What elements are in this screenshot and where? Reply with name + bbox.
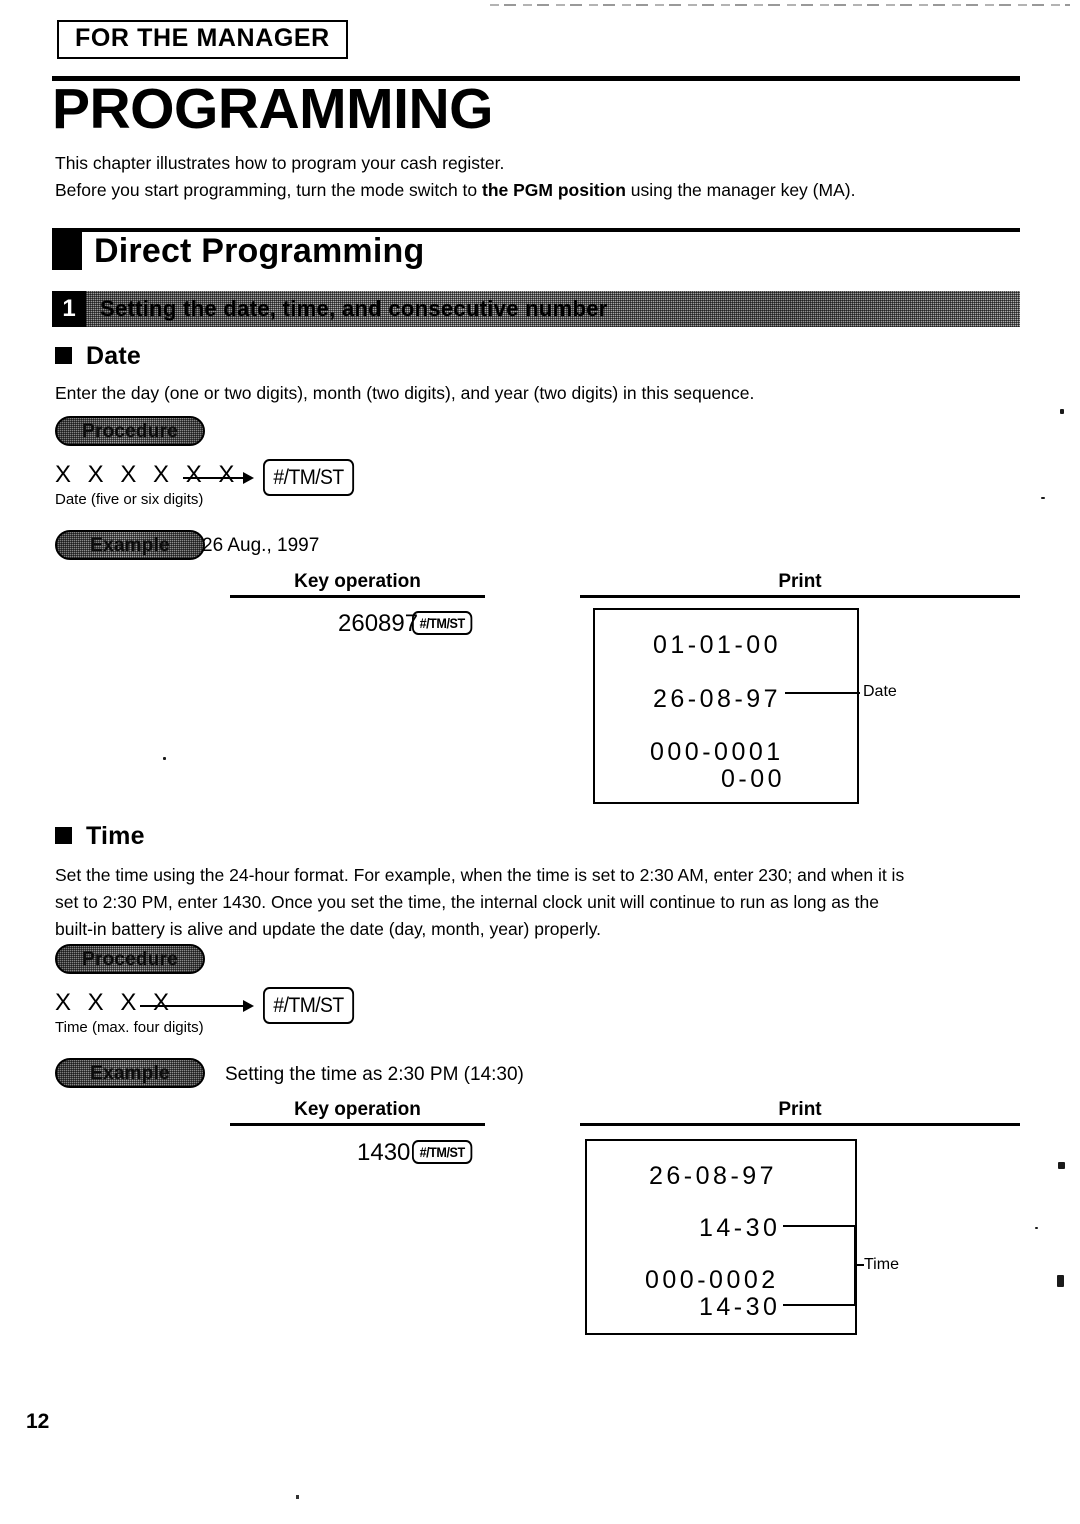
square-bullet-icon [55, 827, 72, 844]
date-key-operation-value: 260897 [338, 610, 419, 637]
date-procedure-flow: X X X X X X Date (five or six digits) [55, 462, 239, 510]
receipt-line: 01-01-00 [653, 631, 782, 659]
square-bullet-icon [52, 232, 82, 270]
time-sequence-caption: Time (max. four digits) [55, 1019, 204, 1036]
scan-speck [163, 757, 166, 760]
page-number: 12 [26, 1410, 50, 1433]
time-key-glyph: #/TM/ST [263, 987, 355, 1024]
section-heading-label: Direct Programming [94, 232, 425, 270]
date-procedure-badge: Procedure [55, 416, 205, 446]
time-col-key-operation-rule [230, 1123, 485, 1126]
time-heading: Time [55, 824, 145, 849]
intro-line-1: This chapter illustrates how to program … [55, 153, 505, 173]
scan-speck [296, 1495, 299, 1499]
page-title: PROGRAMMING [52, 77, 493, 141]
scan-speck [1058, 1162, 1065, 1169]
time-example-label: Example [90, 1063, 170, 1084]
section-heading: Direct Programming [52, 232, 424, 270]
date-sequence-caption: Date (five or six digits) [55, 491, 204, 508]
date-key-glyph: #/TM/ST [263, 459, 355, 496]
receipt-line: 14-30 [699, 1214, 781, 1242]
scan-speck [1057, 1275, 1064, 1287]
date-col-key-operation-rule [230, 595, 485, 598]
section-number-badge: 1 [52, 291, 86, 327]
time-flow-arrow-head [243, 1000, 254, 1012]
manual-page: FOR THE MANAGER PROGRAMMING This chapter… [0, 0, 1080, 1524]
time-description-line-1: Set the time using the 24-hour format. F… [55, 865, 905, 885]
intro-line-2: Before you start programming, turn the m… [55, 177, 1015, 204]
date-example-label: Example [90, 535, 170, 556]
for-the-manager-banner: FOR THE MANAGER [57, 20, 348, 59]
date-description: Enter the day (one or two digits), month… [55, 383, 755, 403]
date-annotation-leader [785, 692, 860, 694]
time-heading-label: Time [86, 822, 145, 850]
date-annotation-label: Date [863, 683, 897, 700]
time-example-badge: Example [55, 1058, 205, 1088]
time-procedure-label: Procedure [82, 949, 178, 970]
scan-speck [1060, 409, 1064, 414]
numbered-section-bar: 1 Setting the date, time, and consecutiv… [52, 291, 1020, 327]
receipt-line: 000-0001 [650, 738, 784, 766]
banner-label: FOR THE MANAGER [75, 24, 330, 52]
intro-paragraph: This chapter illustrates how to program … [55, 150, 1015, 204]
square-bullet-icon [55, 347, 72, 364]
section-bar-title: Setting the date, time, and consecutive … [100, 296, 608, 321]
intro-line-2-a: Before you start programming, turn the m… [55, 180, 482, 200]
time-key-operation-key: #/TM/ST [412, 1140, 473, 1164]
date-col-print-rule [580, 595, 1020, 598]
intro-line-2-b: using the manager key (MA). [625, 180, 856, 200]
time-flow-arrow-line [140, 1005, 245, 1007]
time-col-print: Print [778, 1099, 822, 1120]
date-flow-arrow-line [183, 477, 245, 479]
date-procedure-label: Procedure [82, 421, 178, 442]
date-print-receipt: 01-01-00 26-08-97 000-0001 0-00 [593, 608, 859, 804]
time-description: Set the time using the 24-hour format. F… [55, 862, 1015, 943]
time-annotation-leader-bottom [783, 1304, 856, 1306]
receipt-line: 14-30 [699, 1293, 781, 1321]
time-procedure-badge: Procedure [55, 944, 205, 974]
time-key-operation-value: 1430 [357, 1139, 411, 1166]
receipt-line: 000-0002 [645, 1266, 779, 1294]
receipt-line: 26-08-97 [653, 685, 782, 713]
date-col-print: Print [778, 571, 822, 592]
receipt-line: 0-00 [721, 765, 786, 793]
time-description-line-2: set to 2:30 PM, enter 1430. Once you set… [55, 892, 879, 912]
date-heading: Date [55, 344, 141, 369]
receipt-line: 26-08-97 [649, 1162, 778, 1190]
date-col-key-operation: Key operation [294, 571, 421, 592]
date-example-badge: Example [55, 530, 205, 560]
time-description-line-3: built-in battery is alive and update the… [55, 919, 602, 939]
date-sequence: X X X X X X [55, 461, 240, 488]
time-sequence: X X X X [55, 989, 175, 1016]
date-flow-arrow-head [243, 472, 254, 484]
time-annotation-label: Time [864, 1256, 899, 1273]
time-annotation-leader-top [783, 1225, 856, 1227]
date-example-caption: 26 Aug., 1997 [202, 535, 320, 556]
time-annotation-stub [854, 1264, 864, 1266]
scan-speck [1035, 1227, 1038, 1229]
time-example-caption: Setting the time as 2:30 PM (14:30) [225, 1064, 524, 1085]
time-col-key-operation: Key operation [294, 1099, 421, 1120]
time-col-print-rule [580, 1123, 1020, 1126]
date-key-operation-key: #/TM/ST [412, 611, 473, 635]
scan-speck [1041, 497, 1045, 499]
date-heading-label: Date [86, 342, 141, 370]
time-procedure-flow: X X X X Time (max. four digits) [55, 990, 204, 1038]
intro-pgm-emphasis: the PGM position [482, 180, 626, 200]
scan-edge-artifact [490, 4, 1070, 6]
